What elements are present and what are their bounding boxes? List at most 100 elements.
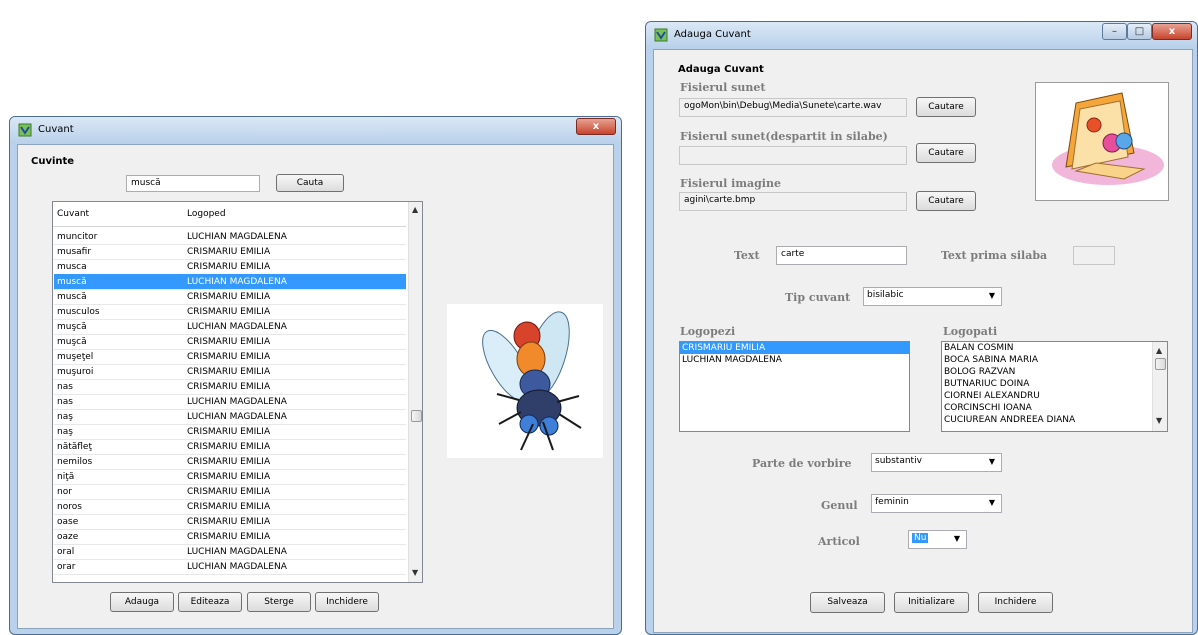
search-button[interactable]: Cauta	[276, 174, 344, 192]
table-row[interactable]: nemilos CRISMARIU EMILIA	[54, 454, 406, 470]
scroll-up-icon[interactable]: ▲	[1156, 346, 1162, 355]
word-picture	[447, 304, 603, 458]
book-picture-icon	[1052, 92, 1164, 185]
cell-cuvant: nas	[57, 397, 73, 407]
table-row[interactable]: muşcă LUCHIAN MAGDALENA	[54, 319, 406, 335]
close-icon: x	[1168, 26, 1176, 37]
inchidere-button[interactable]: Inchidere	[978, 592, 1053, 613]
grid-vertical-scrollbar[interactable]: ▲ ▼	[408, 202, 422, 582]
cell-logoped: LUCHIAN MAGDALENA	[187, 562, 287, 572]
column-header-logoped[interactable]: Logoped	[187, 209, 226, 219]
cell-cuvant: muşuroi	[57, 367, 94, 377]
adauga-titlebar[interactable]: Adauga Cuvant – □ x	[646, 22, 1197, 48]
cell-cuvant: muscă	[57, 277, 87, 287]
logopati-items: BALAN COSMIN BOCA SABINA MARIA BOLOG RAZVA…	[942, 342, 1152, 426]
cuvant-titlebar[interactable]: Cuvant x	[10, 117, 621, 143]
fisier-sunet-silabe-field[interactable]	[679, 146, 907, 165]
list-item[interactable]: BUTNARIUC DOINA	[942, 378, 1152, 390]
minimize-button[interactable]: –	[1102, 23, 1127, 40]
parte-vorbire-select[interactable]: substantiv ▼	[871, 453, 1002, 472]
close-button[interactable]: x	[576, 118, 616, 135]
table-row[interactable]: nătăfleţ CRISMARIU EMILIA	[54, 439, 406, 455]
scroll-down-icon[interactable]: ▼	[1156, 416, 1162, 425]
table-row[interactable]: niţă CRISMARIU EMILIA	[54, 469, 406, 485]
cell-cuvant: musafir	[57, 247, 92, 257]
cell-logoped: CRISMARIU EMILIA	[187, 337, 271, 347]
tip-cuvant-select[interactable]: bisilabic ▼	[863, 287, 1002, 306]
tip-cuvant-label: Tip cuvant	[785, 291, 851, 304]
words-grid[interactable]: Cuvant Logoped muncitor LUCHIAN MAGDALENA…	[52, 201, 423, 583]
text-field[interactable]: carte	[776, 246, 907, 265]
cautare-sunet-button[interactable]: Cautare	[916, 97, 976, 117]
close-button[interactable]: x	[1152, 23, 1192, 40]
table-row[interactable]: musca CRISMARIU EMILIA	[54, 259, 406, 275]
list-item[interactable]: CUCIUREAN ANDREEA DIANA	[942, 414, 1152, 426]
inchidere-button[interactable]: Inchidere	[315, 592, 379, 612]
table-row[interactable]: muşcă CRISMARIU EMILIA	[54, 334, 406, 350]
cautare-imagine-button[interactable]: Cautare	[916, 191, 976, 211]
maximize-button[interactable]: □	[1127, 23, 1152, 40]
sterge-button[interactable]: Sterge	[247, 592, 311, 612]
fisier-sunet-field[interactable]: ogoMon\bin\Debug\Media\Sunete\carte.wav	[679, 98, 907, 117]
table-row[interactable]: nor CRISMARIU EMILIA	[54, 484, 406, 500]
logopati-scrollbar[interactable]: ▲ ▼	[1152, 342, 1167, 431]
initializare-button[interactable]: Initializare	[894, 592, 969, 613]
table-row[interactable]: musafir CRISMARIU EMILIA	[54, 244, 406, 260]
cell-logoped: CRISMARIU EMILIA	[187, 307, 271, 317]
scroll-up-icon[interactable]: ▲	[412, 205, 418, 214]
table-row[interactable]: oase CRISMARIU EMILIA	[54, 514, 406, 530]
table-row[interactable]: naş CRISMARIU EMILIA	[54, 424, 406, 440]
adauga-button[interactable]: Adauga	[110, 592, 174, 612]
genul-select[interactable]: feminin ▼	[871, 494, 1002, 513]
genul-label: Genul	[821, 499, 858, 512]
column-header-cuvant[interactable]: Cuvant	[57, 209, 89, 219]
list-item[interactable]: CORCINSCHI IOANA	[942, 402, 1152, 414]
cell-cuvant: nătăfleţ	[57, 442, 92, 452]
salveaza-button[interactable]: Salveaza	[810, 592, 885, 613]
list-item[interactable]: BOCA SABINA MARIA	[942, 354, 1152, 366]
parte-vorbire-label: Parte de vorbire	[752, 457, 852, 470]
grid-header: Cuvant Logoped	[53, 202, 406, 227]
parte-vorbire-value: substantiv	[875, 456, 922, 466]
cell-cuvant: nemilos	[57, 457, 93, 467]
table-row[interactable]: oral LUCHIAN MAGDALENA	[54, 544, 406, 560]
table-row[interactable]: muscă LUCHIAN MAGDALENA	[54, 274, 406, 290]
table-row[interactable]: nas LUCHIAN MAGDALENA	[54, 394, 406, 410]
list-item[interactable]: CIORNEI ALEXANDRU	[942, 390, 1152, 402]
fisier-sunet-label: Fisierul sunet	[680, 81, 766, 94]
genul-value: feminin	[875, 497, 909, 507]
cell-logoped: CRISMARIU EMILIA	[187, 517, 271, 527]
cautare-silabe-button[interactable]: Cautare	[916, 143, 976, 163]
editeaza-button[interactable]: Editeaza	[178, 592, 242, 612]
table-row[interactable]: muşeţel CRISMARIU EMILIA	[54, 349, 406, 365]
articol-select[interactable]: Nu ▼	[908, 530, 967, 549]
cell-logoped: CRISMARIU EMILIA	[187, 532, 271, 542]
text-prima-silaba-field[interactable]	[1073, 246, 1115, 265]
scroll-thumb[interactable]	[1155, 358, 1166, 370]
table-row[interactable]: musculos CRISMARIU EMILIA	[54, 304, 406, 320]
list-item[interactable]: LUCHIAN MAGDALENA	[680, 354, 909, 366]
cell-cuvant: naş	[57, 412, 73, 422]
table-row[interactable]: noros CRISMARIU EMILIA	[54, 499, 406, 515]
logopati-label: Logopati	[943, 325, 998, 338]
scroll-thumb[interactable]	[411, 410, 422, 422]
table-row[interactable]: muşuroi CRISMARIU EMILIA	[54, 364, 406, 380]
maximize-icon: □	[1134, 26, 1145, 37]
logopezi-label: Logopezi	[680, 325, 736, 338]
list-item[interactable]: BOLOG RAZVAN	[942, 366, 1152, 378]
scroll-down-icon[interactable]: ▼	[412, 568, 418, 577]
search-input[interactable]: muscă	[126, 175, 260, 192]
list-item[interactable]: CRISMARIU EMILIA	[680, 342, 909, 354]
list-item[interactable]: BALAN COSMIN	[942, 342, 1152, 354]
app-icon	[654, 28, 668, 42]
logopezi-list[interactable]: CRISMARIU EMILIA LUCHIAN MAGDALENA	[679, 341, 910, 432]
table-row[interactable]: naş LUCHIAN MAGDALENA	[54, 409, 406, 425]
table-row[interactable]: muscă CRISMARIU EMILIA	[54, 289, 406, 305]
logopati-list[interactable]: BALAN COSMIN BOCA SABINA MARIA BOLOG RAZVA…	[941, 341, 1168, 432]
table-row[interactable]: nas CRISMARIU EMILIA	[54, 379, 406, 395]
table-row[interactable]: oaze CRISMARIU EMILIA	[54, 529, 406, 545]
table-row[interactable]: muncitor LUCHIAN MAGDALENA	[54, 229, 406, 245]
table-row[interactable]: orar LUCHIAN MAGDALENA	[54, 559, 406, 575]
cell-logoped: CRISMARIU EMILIA	[187, 487, 271, 497]
fisier-imagine-field[interactable]: agini\carte.bmp	[679, 192, 907, 211]
